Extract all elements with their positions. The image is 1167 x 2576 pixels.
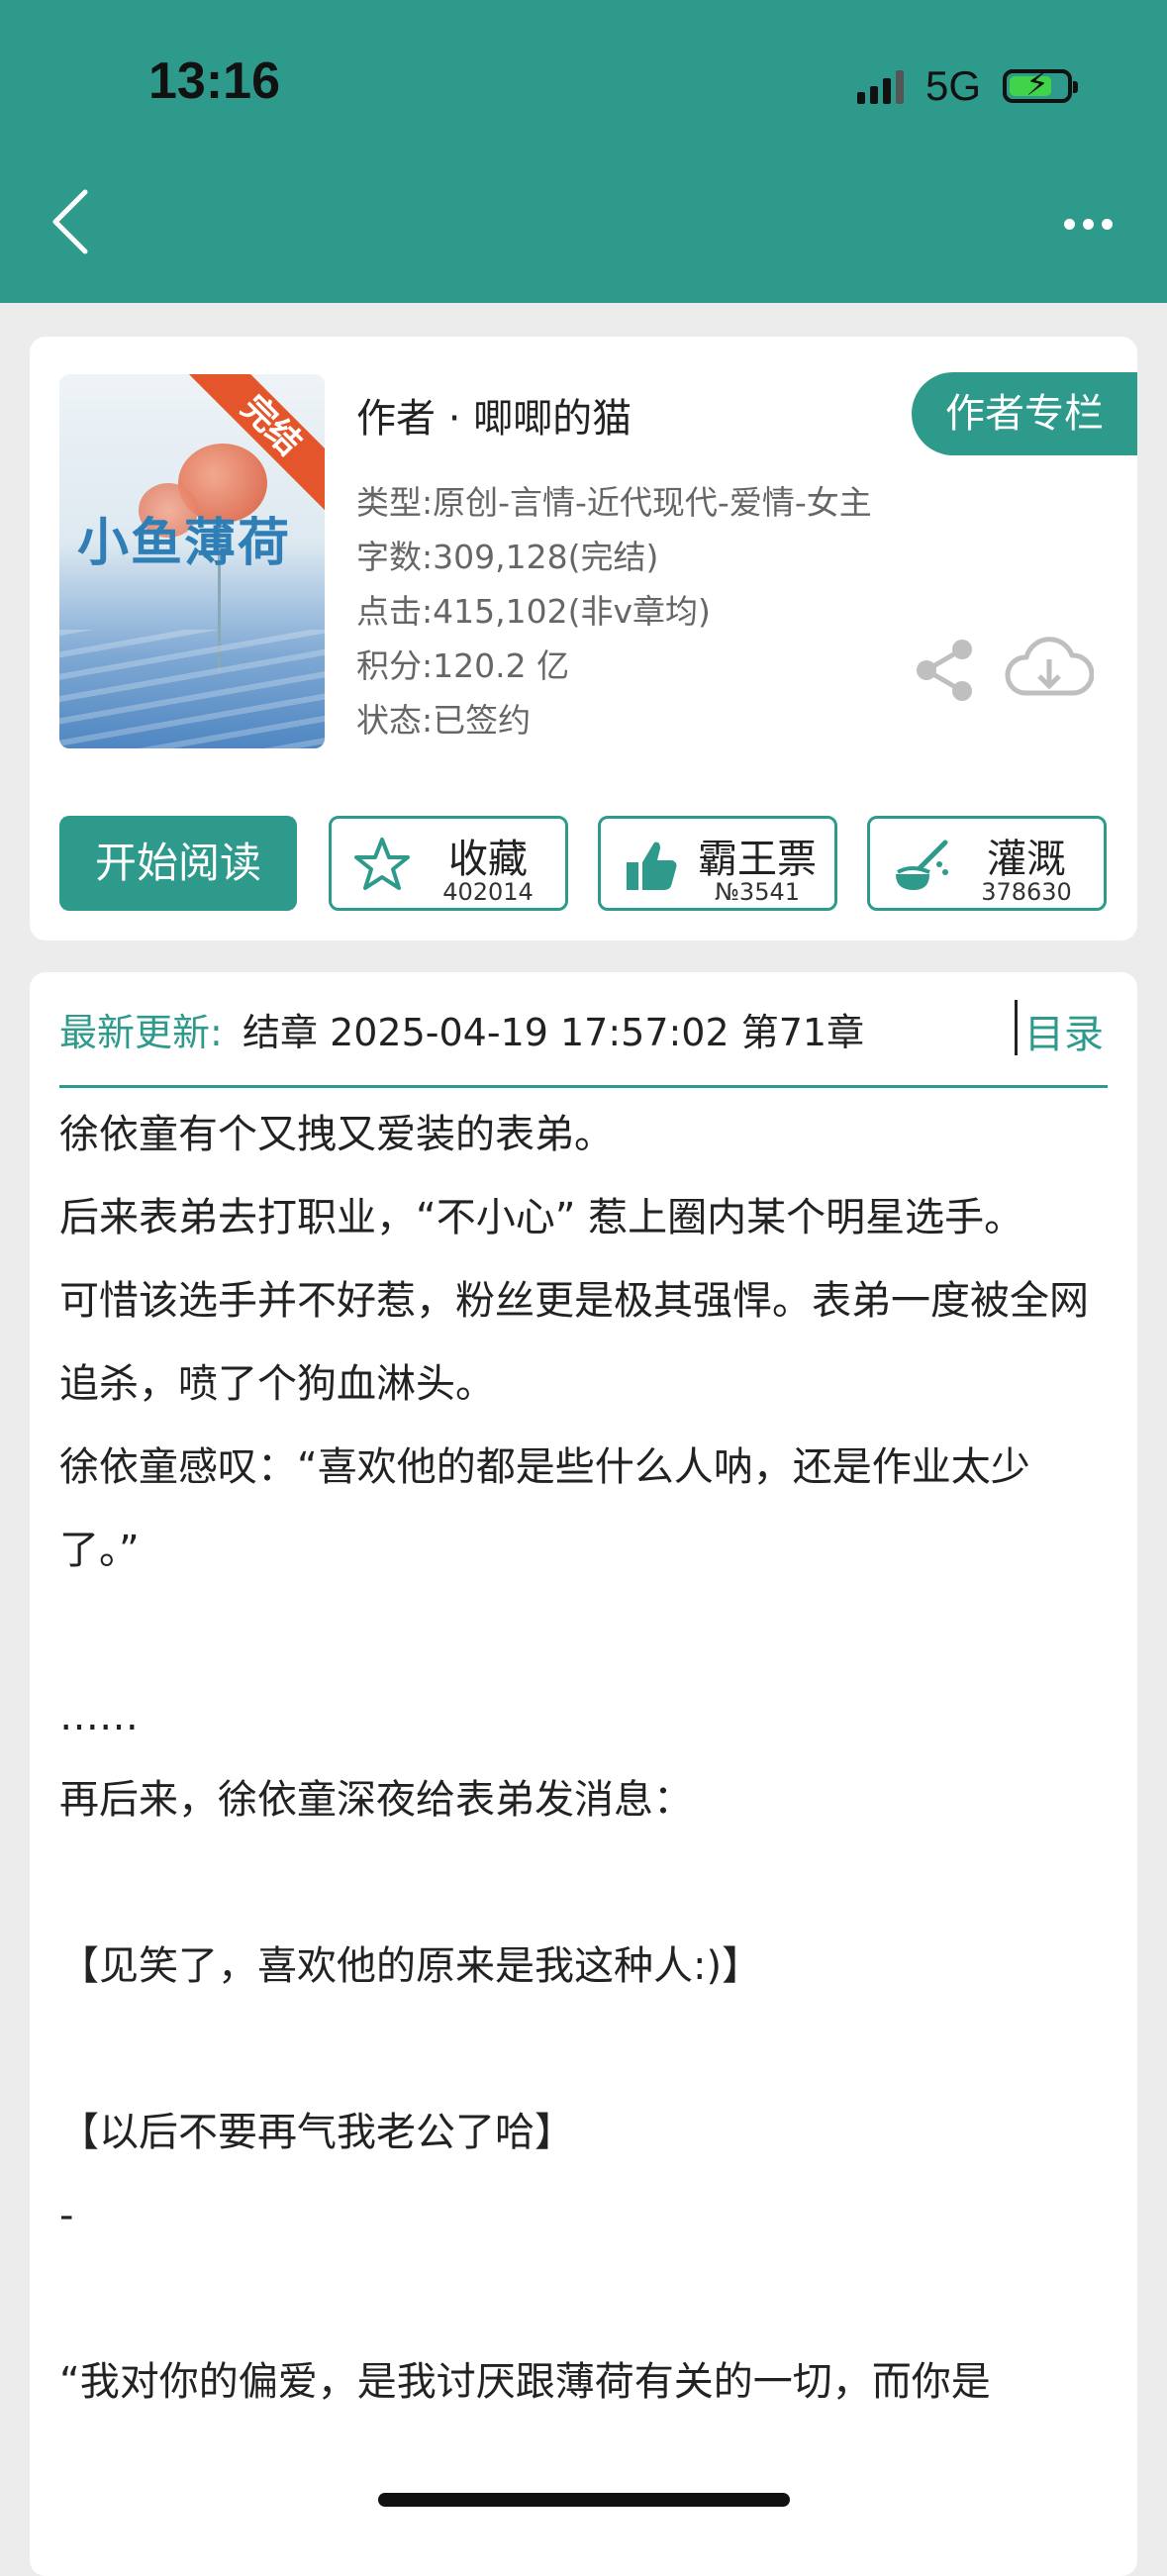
book-cover[interactable]: 小鱼薄荷 完结 [59, 374, 325, 748]
book-meta: 类型:原创-言情-近代现代-爱情-女主 字数:309,128(完结) 点击:41… [356, 475, 872, 747]
points: 积分:120.2 亿 [356, 646, 570, 685]
book-type: 类型:原创-言情-近代现代-爱情-女主 [356, 483, 872, 522]
divider [1015, 1000, 1018, 1055]
synopsis-line: 徐依童有个又拽又爱装的表弟。 [59, 1112, 614, 1157]
book-info-card: 小鱼薄荷 完结 作者 · 唧唧的猫 作者专栏 类型:原创-言情-近代现代-爱情-… [30, 337, 1137, 941]
start-reading-button[interactable]: 开始阅读 [59, 816, 297, 911]
download-icon[interactable] [1005, 632, 1094, 707]
water-label: 灌溉 [987, 837, 1066, 882]
more-button[interactable] [1048, 194, 1127, 253]
sign-status: 状态:已签约 [356, 701, 532, 740]
author-column-button[interactable]: 作者专栏 [912, 372, 1137, 455]
network-type: 5G [924, 62, 981, 109]
thumbs-up-icon [627, 842, 677, 890]
share-icon[interactable] [911, 636, 980, 705]
vote-button[interactable]: 霸王票 №3541 [598, 816, 837, 911]
vote-count: №3541 [714, 878, 801, 906]
synopsis-line [59, 2008, 1108, 2091]
synopsis-line: 可惜该选手并不好惹，粉丝更是极其强悍。表弟一度被全网追杀，喷了个狗血淋头。 [59, 1278, 1089, 1407]
more-dots-icon [1063, 218, 1075, 230]
star-icon [354, 838, 410, 890]
status-time: 13:16 [148, 52, 280, 110]
synopsis-line: 后来表弟去打职业，“不小心” 惹上圈内某个明星选手。 [59, 1195, 1024, 1240]
battery-icon: ⚡ [1003, 64, 1078, 104]
signal-icon [856, 68, 904, 104]
synopsis-line: “我对你的偏爱，是我讨厌跟薄荷有关的一切，而你是 [59, 2359, 991, 2405]
synopsis-line [59, 1592, 1108, 1675]
chevron-left-icon [52, 189, 88, 254]
watering-icon [896, 840, 948, 890]
collect-button[interactable]: 收藏 402014 [329, 816, 568, 911]
latest-update-label: 最新更新: [59, 1011, 223, 1054]
completed-ribbon: 完结 [186, 374, 325, 512]
click-count: 点击:415,102(非v章均) [356, 592, 711, 631]
synopsis-line: 【以后不要再气我老公了哈】 [59, 2110, 574, 2155]
synopsis-line: - [59, 2193, 74, 2238]
synopsis-line: …… [59, 1694, 139, 1739]
synopsis-line [59, 1841, 1108, 1925]
water-button[interactable]: 灌溉 378630 [867, 816, 1107, 911]
home-indicator[interactable] [378, 2493, 790, 2507]
author-name[interactable]: 作者 · 唧唧的猫 [356, 386, 632, 444]
vote-label: 霸王票 [698, 837, 817, 882]
top-bar: 13:16 5G ⚡ [0, 0, 1167, 303]
latest-update-row[interactable]: 最新更新: 结章 2025-04-19 17:57:02 第71章 目录 [59, 972, 1108, 1088]
latest-update-text[interactable]: 结章 2025-04-19 17:57:02 第71章 [243, 1002, 864, 1056]
book-detail-card: 最新更新: 结章 2025-04-19 17:57:02 第71章 目录 徐依童… [30, 972, 1137, 2576]
synopsis-line [59, 2257, 1108, 2340]
water-count: 378630 [981, 878, 1072, 906]
synopsis-line: 徐依童感叹：“喜欢他的都是些什么人呐，还是作业太少了。” [59, 1444, 1030, 1573]
toc-link[interactable]: 目录 [1024, 1002, 1104, 1059]
synopsis: 徐依童有个又拽又爱装的表弟。 后来表弟去打职业，“不小心” 惹上圈内某个明星选手… [59, 1093, 1108, 2424]
collect-label: 收藏 [448, 837, 528, 882]
back-button[interactable] [40, 186, 99, 257]
collect-count: 402014 [442, 878, 534, 906]
synopsis-line: 【见笑了，喜欢他的原来是我这种人:)】 [59, 1943, 762, 1989]
synopsis-line: 再后来，徐依童深夜给表弟发消息： [59, 1777, 693, 1823]
status-indicators: 5G ⚡ [856, 59, 1078, 113]
word-count: 字数:309,128(完结) [356, 538, 659, 576]
